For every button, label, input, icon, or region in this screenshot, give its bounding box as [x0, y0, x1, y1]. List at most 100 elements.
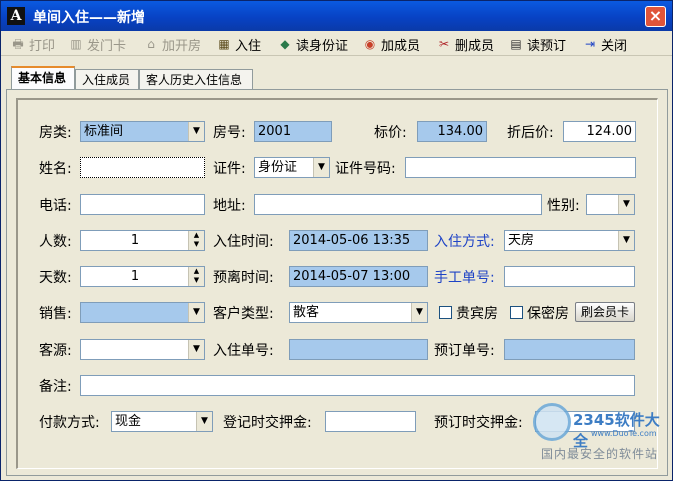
spin-arrows-icon[interactable]: ▲ ▼ — [188, 267, 204, 286]
name-label: 姓名: — [39, 161, 72, 177]
persons-value: 1 — [130, 233, 140, 248]
chevron-down-icon: ▼ — [196, 412, 212, 431]
gender-label: 性别: — [547, 198, 580, 214]
customer-type-label: 客户类型: — [213, 306, 274, 322]
checkout-time-field[interactable]: 2014-05-07 13:00 — [289, 266, 428, 287]
booking-deposit-label: 预订时交押金: — [434, 415, 523, 431]
gender-select[interactable]: ▼ — [586, 194, 635, 215]
name-input[interactable] — [80, 157, 205, 178]
room-no-label: 房号: — [213, 125, 246, 141]
add-room-label: 加开房 — [162, 38, 202, 54]
checkin-no-label: 入住单号: — [213, 343, 274, 359]
deposit-label: 登记时交押金: — [223, 415, 312, 431]
checkin-method-value: 天房 — [508, 233, 535, 248]
customer-type-value: 散客 — [293, 305, 320, 320]
sales-select[interactable]: ▼ — [80, 302, 205, 323]
add-member-icon: ◉ — [364, 37, 376, 51]
vip-room-checkbox[interactable] — [439, 306, 452, 319]
room-no-field[interactable]: 2001 — [254, 121, 332, 142]
price-label: 标价: — [374, 125, 407, 141]
card-icon: ▥ — [70, 37, 82, 51]
delete-member-label: 删成员 — [455, 38, 495, 54]
persons-label: 人数: — [39, 234, 72, 250]
remark-label: 备注: — [39, 379, 72, 395]
printer-icon: 🖶 — [12, 37, 24, 51]
id-type-value: 身份证 — [258, 160, 298, 175]
days-value: 1 — [130, 269, 140, 284]
phone-label: 电话: — [39, 198, 72, 214]
app-window: A 单间入住——新增 × 🖶 打印 ▥ 发门卡 ⌂ 加开房 ▦ 入住 ◆ 读身份… — [0, 0, 673, 481]
remark-input[interactable] — [80, 375, 635, 396]
delete-member-icon: ✂ — [438, 37, 450, 51]
checkin-icon: ▦ — [218, 37, 230, 51]
add-member-button[interactable]: ◉ 加成员 — [363, 34, 420, 54]
read-reservation-label: 读预订 — [527, 38, 567, 54]
days-label: 天数: — [39, 270, 72, 286]
days-stepper[interactable]: 1 ▲ ▼ — [80, 266, 205, 287]
id-type-select[interactable]: 身份证 ▼ — [254, 157, 330, 178]
checkin-time-field[interactable]: 2014-05-06 13:35 — [289, 230, 428, 251]
booking-no-field[interactable] — [504, 339, 635, 360]
payment-select[interactable]: 现金 ▼ — [111, 411, 213, 432]
delete-member-button[interactable]: ✂ 删成员 — [437, 34, 494, 54]
chevron-down-icon: ▼ — [618, 195, 634, 214]
spin-arrows-icon[interactable]: ▲ ▼ — [188, 231, 204, 250]
address-input[interactable] — [254, 194, 542, 215]
print-button[interactable]: 🖶 打印 — [11, 34, 55, 54]
id-no-input[interactable] — [405, 157, 636, 178]
checkin-time-label: 入住时间: — [213, 234, 274, 250]
tab-members[interactable]: 入住成员 — [75, 69, 139, 91]
watermark-logo-icon — [533, 403, 571, 441]
persons-stepper[interactable]: 1 ▲ ▼ — [80, 230, 205, 251]
add-room-button[interactable]: ⌂ 加开房 — [144, 34, 201, 54]
close-button[interactable]: ⇥ 关闭 — [583, 34, 627, 54]
price-field[interactable]: 134.00 — [417, 121, 487, 142]
close-window-button[interactable]: × — [645, 6, 666, 27]
source-select[interactable]: ▼ — [80, 339, 205, 360]
chevron-down-icon: ▼ — [188, 122, 204, 141]
id-type-label: 证件: — [213, 161, 246, 177]
watermark: 2345软件大全 www.DuoTe.com 国内最安全的软件站 — [533, 399, 671, 479]
deposit-input[interactable] — [325, 411, 416, 432]
toolbar: 🖶 打印 ▥ 发门卡 ⌂ 加开房 ▦ 入住 ◆ 读身份证 ◉ 加成员 ✂ 删成员… — [1, 32, 672, 56]
discount-price-field[interactable]: 124.00 — [563, 121, 636, 142]
secret-room-checkbox[interactable] — [510, 306, 523, 319]
checkin-label: 入住 — [235, 38, 262, 54]
customer-type-select[interactable]: 散客 ▼ — [289, 302, 428, 323]
checkin-method-select[interactable]: 天房 ▼ — [504, 230, 635, 251]
checkout-time-label: 预离时间: — [213, 270, 274, 286]
secret-room-label: 保密房 — [527, 306, 569, 322]
issue-card-button[interactable]: ▥ 发门卡 — [69, 34, 126, 54]
app-logo-icon: A — [7, 7, 25, 25]
id-card-icon: ◆ — [280, 37, 290, 51]
tab-guest-history[interactable]: 客人历史入住信息 — [139, 69, 253, 91]
swipe-member-card-button[interactable]: 刷会员卡 — [575, 302, 635, 322]
room-type-value: 标准间 — [84, 124, 124, 139]
chevron-down-icon: ▼ — [618, 231, 634, 250]
room-icon: ⌂ — [147, 37, 155, 51]
manual-no-input[interactable] — [504, 266, 635, 287]
reservation-icon: ▤ — [510, 37, 522, 51]
room-type-select[interactable]: 标准间 ▼ — [80, 121, 205, 142]
close-door-icon: ⇥ — [584, 37, 596, 51]
room-type-label: 房类: — [39, 125, 72, 141]
discount-price-label: 折后价: — [507, 125, 554, 141]
issue-card-label: 发门卡 — [87, 38, 127, 54]
title-bar: A 单间入住——新增 × — [1, 1, 672, 31]
read-id-button[interactable]: ◆ 读身份证 — [278, 34, 348, 54]
sales-label: 销售: — [39, 306, 72, 322]
address-label: 地址: — [213, 198, 246, 214]
tab-basic-info[interactable]: 基本信息 — [11, 66, 75, 91]
chevron-down-icon: ▼ — [411, 303, 427, 322]
print-label: 打印 — [29, 38, 56, 54]
chevron-down-icon: ▼ — [188, 303, 204, 322]
phone-input[interactable] — [80, 194, 205, 215]
checkin-button[interactable]: ▦ 入住 — [217, 34, 261, 54]
payment-value: 现金 — [115, 414, 142, 429]
id-no-label: 证件号码: — [335, 161, 396, 177]
checkin-method-label: 入住方式: — [434, 234, 495, 250]
checkin-no-field[interactable] — [289, 339, 428, 360]
vip-room-label: 贵宾房 — [456, 306, 498, 322]
source-label: 客源: — [39, 343, 72, 359]
read-reservation-button[interactable]: ▤ 读预订 — [509, 34, 566, 54]
